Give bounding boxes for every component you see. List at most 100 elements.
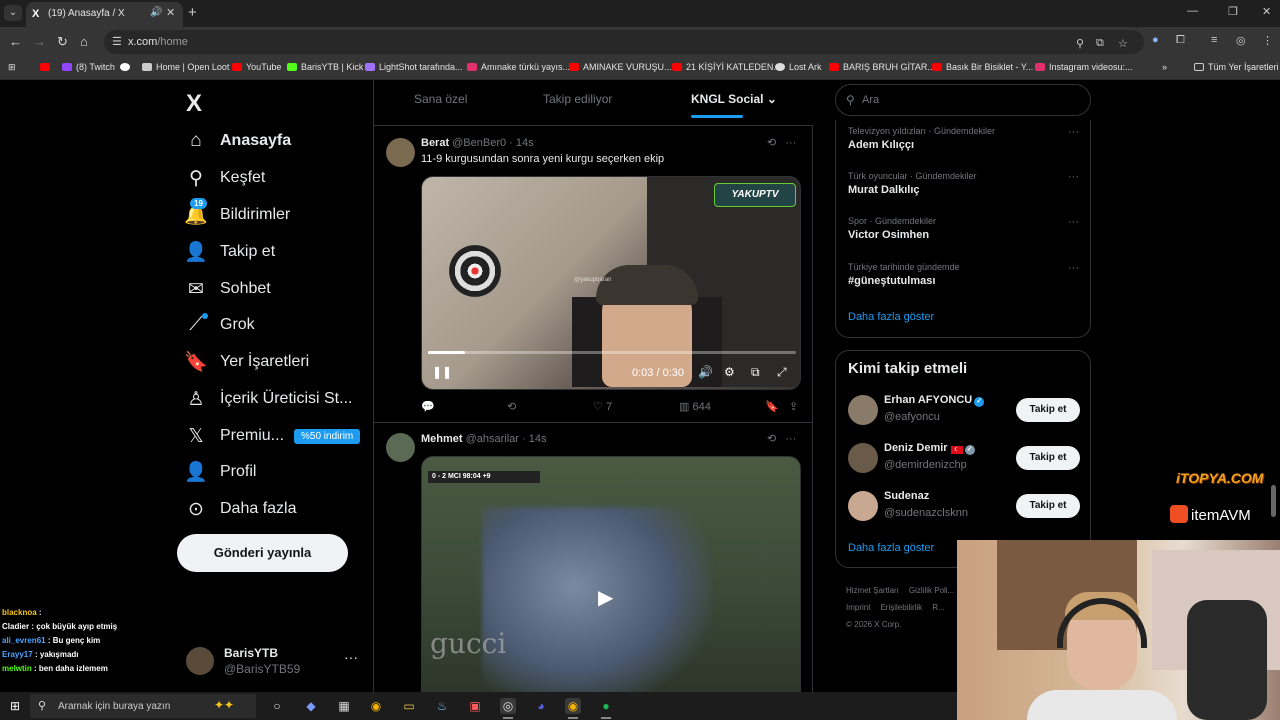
bookmark-item[interactable]: LightShot tarafında... <box>365 62 463 72</box>
bookmark-item[interactable] <box>40 62 54 72</box>
calendar-app-icon[interactable]: ▦ <box>336 698 352 714</box>
windows-start-icon[interactable]: ⊞ <box>7 698 23 714</box>
nav-chat[interactable]: ✉ Sohbet <box>184 274 271 304</box>
x-logo-icon[interactable]: X <box>186 90 202 118</box>
app-icon[interactable]: ▣ <box>467 698 483 714</box>
suggestion-name[interactable]: Erhan AFYONCU ✓ <box>884 394 985 407</box>
bookmark-item[interactable]: 21 KİŞİYİ KATLEDEN... <box>672 62 781 72</box>
restore-icon[interactable]: ❐ <box>1228 5 1238 18</box>
chrome-icon[interactable]: ◉ <box>565 698 581 714</box>
nav-more[interactable]: ⊙ Daha fazla <box>184 494 296 524</box>
more-dots-icon[interactable]: ··· <box>344 649 358 665</box>
settings-gear-icon[interactable]: ⚙ <box>724 365 735 379</box>
avatar[interactable] <box>386 138 415 167</box>
video-progress-bar[interactable] <box>428 351 796 354</box>
zoom-icon[interactable]: ⚲ <box>1076 37 1084 50</box>
more-dots-icon[interactable]: ··· <box>785 137 796 149</box>
grok-explain-icon[interactable]: ⟲ <box>767 433 776 445</box>
close-window-icon[interactable]: ✕ <box>1262 5 1271 18</box>
discord-icon[interactable]: ◕ <box>533 698 549 714</box>
more-dots-icon[interactable]: ··· <box>1068 126 1079 138</box>
trend-item[interactable]: Spor · Gündemdekiler Victor Osimhen ··· <box>848 216 1084 241</box>
apps-grid-icon[interactable]: ⊞ <box>8 62 16 73</box>
tab-following[interactable]: Takip ediliyor <box>543 92 612 106</box>
tweet-author-name[interactable]: Mehmet <box>421 433 463 445</box>
bookmark-item[interactable] <box>120 62 134 72</box>
audio-playing-icon[interactable]: 🔊 <box>150 7 162 18</box>
profile-icon[interactable]: ◎ <box>1236 34 1246 47</box>
chrome-icon[interactable]: ◉ <box>368 698 384 714</box>
suggestion-name[interactable]: Deniz Demir ☾ ✓ <box>884 442 975 455</box>
new-tab-button[interactable]: + <box>188 4 197 21</box>
footer-link[interactable]: Gizlilik Poli... <box>909 586 954 595</box>
site-info-icon[interactable]: ☰ <box>112 35 122 48</box>
more-dots-icon[interactable]: ··· <box>1068 171 1079 183</box>
extension-icon[interactable]: ● <box>1152 34 1159 46</box>
share-icon[interactable]: ⇪ <box>789 400 798 413</box>
like-button[interactable]: ♡ 7 <box>593 400 612 413</box>
suggestion-handle[interactable]: @sudenazclsknn <box>884 507 968 519</box>
search-input[interactable]: ⚲ Ara <box>835 84 1091 116</box>
follow-suggestion[interactable]: Sudenaz @sudenazclsknn Takip et <box>848 489 1084 525</box>
pause-icon[interactable]: ❚❚ <box>432 365 452 379</box>
tab-search-button[interactable]: ⌄ <box>4 5 22 21</box>
app-icon[interactable]: ◆ <box>303 698 319 714</box>
avatar[interactable] <box>386 433 415 462</box>
tab-for-you[interactable]: Sana özel <box>414 92 467 106</box>
avatar[interactable] <box>848 491 878 521</box>
avatar[interactable] <box>848 443 878 473</box>
grok-explain-icon[interactable]: ⟲ <box>767 137 776 149</box>
fullscreen-icon[interactable]: ⤢ <box>777 365 787 380</box>
task-view-icon[interactable]: ○ <box>269 698 285 714</box>
url-text[interactable]: x.com/home <box>128 36 188 48</box>
nav-notifications[interactable]: 🔔 19 Bildirimler <box>184 198 290 230</box>
back-icon[interactable]: ← <box>9 34 22 49</box>
suggestion-name[interactable]: Sudenaz <box>884 490 929 502</box>
account-switcher[interactable]: BarisYTB @BarisYTB59 ··· <box>184 643 364 679</box>
chrome-menu-icon[interactable]: ⋮ <box>1262 34 1273 47</box>
bookmark-item[interactable]: YouTube <box>232 62 281 72</box>
follow-suggestion[interactable]: Erhan AFYONCU ✓ @eafyoncu Takip et <box>848 393 1084 429</box>
home-button-icon[interactable]: ⌂ <box>80 34 88 49</box>
tweet-author-name[interactable]: Berat <box>421 137 449 149</box>
bookmark-item[interactable]: AMINAKE VURUŞU... <box>569 62 672 72</box>
bookmark-star-icon[interactable]: ☆ <box>1118 37 1128 50</box>
file-explorer-icon[interactable]: ▭ <box>401 698 417 714</box>
obs-icon[interactable]: ◎ <box>500 698 516 714</box>
trend-item[interactable]: Türkiye tarihinde gündemde #güneştutulma… <box>848 262 1084 287</box>
bookmark-item[interactable]: BARIŞ BRUH GİTAR... <box>829 62 935 72</box>
suggestion-handle[interactable]: @demirdenizchp <box>884 459 967 471</box>
taskbar-search-input[interactable]: ⚲ Aramak için buraya yazın ✦✦ <box>30 694 256 718</box>
show-more-trends-link[interactable]: Daha fazla göster <box>848 311 934 323</box>
forward-icon[interactable]: → <box>33 34 46 49</box>
close-tab-icon[interactable]: ✕ <box>166 6 175 19</box>
nav-follow[interactable]: 👤 Takip et <box>184 237 275 267</box>
bookmark-item[interactable]: Amınake türkü yayıs... <box>467 62 570 72</box>
reload-icon[interactable]: ↻ <box>57 34 68 50</box>
avatar[interactable] <box>848 395 878 425</box>
views-stat[interactable]: ▥ 644 <box>679 400 711 413</box>
bookmark-item[interactable]: Lost Ark <box>775 62 822 72</box>
bookmark-item[interactable]: Home | Open Loot <box>142 62 229 72</box>
address-bar[interactable]: ☰ x.com/home ⚲ ⧉ ☆ <box>104 30 1144 54</box>
play-icon[interactable]: ▶ <box>598 585 613 610</box>
media-control-icon[interactable]: ≡ <box>1211 34 1217 46</box>
nav-explore[interactable]: ⚲ Keşfet <box>184 163 265 193</box>
steam-icon[interactable]: ♨ <box>434 698 450 714</box>
tweet[interactable]: Mehmet @ahsarilar · 14s ⟲ ··· 0 - 2 MCI 9… <box>374 423 813 692</box>
all-bookmarks-folder[interactable]: Tüm Yer İşaretleri <box>1194 62 1279 72</box>
more-dots-icon[interactable]: ··· <box>1068 262 1079 274</box>
bookmark-icon[interactable]: 🔖 <box>765 400 779 413</box>
follow-button[interactable]: Takip et <box>1016 494 1080 518</box>
nav-bookmarks[interactable]: 🔖 Yer İşaretleri <box>184 347 309 377</box>
repost-icon[interactable]: ⟲ <box>507 400 516 413</box>
volume-icon[interactable]: 🔊 <box>698 365 713 379</box>
trend-item[interactable]: Türk oyuncular · Gündemdekiler Murat Dal… <box>848 171 1084 196</box>
tweet-video[interactable]: 0 - 2 MCI 98:04 +9 gucci ▶ <box>421 456 801 692</box>
footer-link[interactable]: Hizmet Şartları <box>846 586 899 595</box>
page-scrollbar[interactable] <box>1271 485 1276 517</box>
picture-in-picture-icon[interactable]: ⧉ <box>751 365 760 380</box>
install-app-icon[interactable]: ⧉ <box>1096 37 1104 50</box>
tweet[interactable]: Berat @BenBer0 · 14s ⟲ ··· 11-9 kurgusund… <box>374 126 813 423</box>
suggestion-handle[interactable]: @eafyoncu <box>884 411 940 423</box>
